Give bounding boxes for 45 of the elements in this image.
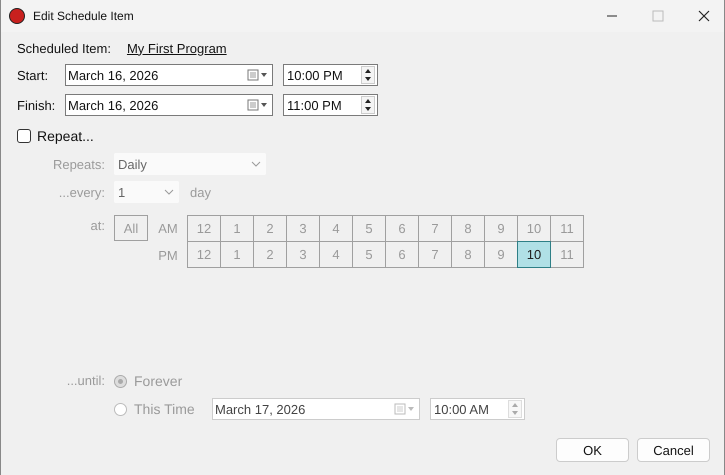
checkbox-label: Repeat... — [37, 128, 94, 144]
window-title: Edit Schedule Item — [33, 9, 134, 23]
interval-dropdown[interactable]: 1 — [114, 181, 179, 203]
ok-button[interactable]: OK — [556, 438, 629, 462]
field-label: ...every: — [58, 184, 105, 200]
radio-button[interactable] — [114, 402, 127, 416]
hour-cell[interactable]: 12 — [187, 241, 221, 268]
app-icon — [9, 8, 25, 24]
calendar-icon — [394, 403, 416, 415]
period-label: PM — [157, 248, 179, 262]
hour-cell[interactable]: 12 — [187, 215, 221, 242]
program-link[interactable]: My First Program — [126, 40, 227, 56]
field-label: Repeats: — [52, 156, 105, 172]
field-label: ...until: — [66, 373, 105, 388]
radio-label: Forever — [134, 373, 184, 389]
time-field[interactable]: 10:00 PM — [283, 64, 378, 86]
all-button[interactable]: All — [114, 215, 148, 241]
date-picker[interactable]: March 16, 2026 — [65, 94, 273, 116]
date-picker[interactable]: March 17, 2026 — [212, 398, 420, 420]
spinner-icon — [508, 400, 522, 418]
cancel-button[interactable]: Cancel — [637, 438, 710, 462]
hour-cell[interactable]: 11 — [550, 215, 584, 242]
unit-label: day — [190, 184, 211, 200]
field-label: at: — [90, 218, 105, 233]
field-label: Finish: — [17, 98, 56, 112]
close-icon[interactable] — [698, 10, 710, 22]
hour-cell[interactable]: 11 — [550, 241, 584, 268]
chevron-icon — [251, 161, 261, 167]
chevron-icon — [164, 189, 174, 195]
date-picker[interactable]: March 16, 2026 — [65, 64, 273, 86]
time-field[interactable]: 11:00 PM — [283, 94, 378, 116]
radio-button[interactable] — [114, 374, 127, 388]
time-field[interactable]: 10:00 AM — [430, 398, 525, 420]
field-label: Start: — [17, 68, 50, 82]
field-label: Scheduled Item: — [17, 40, 111, 56]
hour-cell[interactable]: 10 — [517, 241, 551, 268]
repeat-checkbox[interactable] — [17, 129, 31, 143]
spinner-icon — [361, 66, 375, 84]
repeats-dropdown[interactable]: Daily — [114, 153, 266, 175]
maximize-icon — [652, 10, 664, 22]
period-label: AM — [157, 221, 179, 236]
calendar-icon — [247, 99, 269, 111]
calendar-icon — [247, 69, 269, 81]
radio-label: This Time — [134, 401, 196, 417]
spinner-icon — [361, 96, 375, 114]
